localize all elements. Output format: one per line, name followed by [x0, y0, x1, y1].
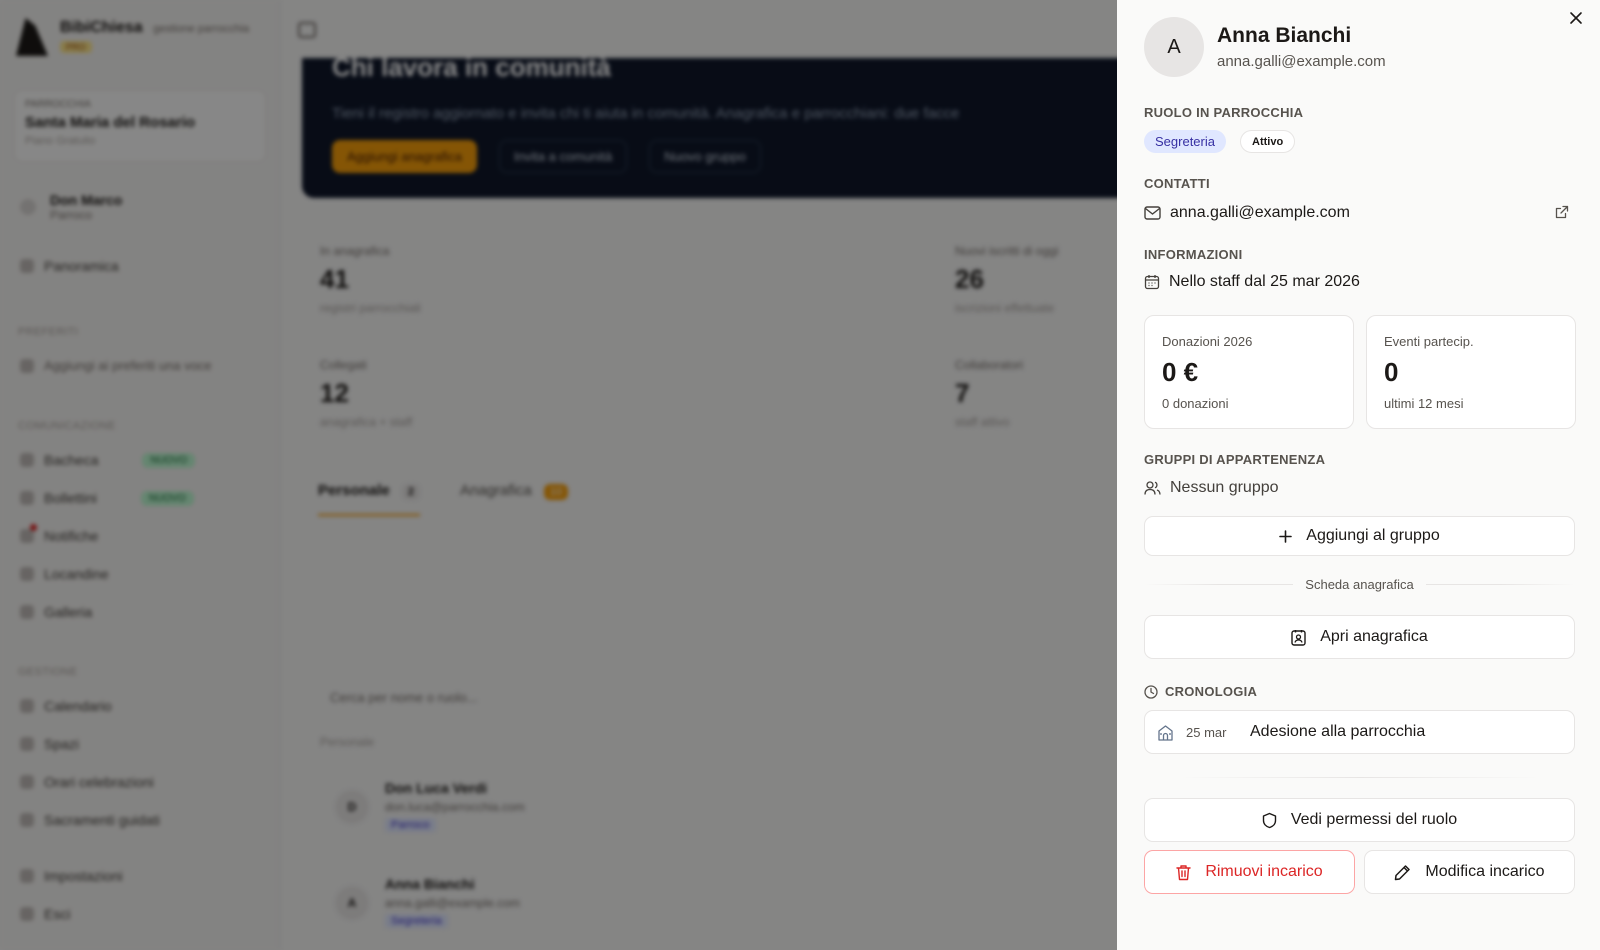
close-icon — [1570, 12, 1582, 24]
timeline-date: 25 mar — [1186, 724, 1227, 740]
plus-icon — [1279, 529, 1293, 543]
clock-icon — [1144, 684, 1158, 699]
staff-email: anna.galli@example.com — [1217, 53, 1386, 70]
shield-icon — [1262, 812, 1277, 828]
edit-role-button[interactable]: Modifica incarico — [1364, 850, 1575, 894]
staff-name: Anna Bianchi — [1217, 24, 1352, 47]
contact-email: anna.galli@example.com — [1170, 204, 1350, 221]
role-section-title: RUOLO IN PARROCCHIA — [1144, 105, 1304, 120]
no-group-row: Nessun gruppo — [1144, 479, 1279, 497]
divider — [1180, 777, 1540, 778]
mail-icon — [1144, 206, 1161, 220]
events-label: Eventi partecip. — [1384, 334, 1474, 349]
role-badge: Segreteria — [1144, 130, 1226, 153]
remove-role-label: Rimuovi incarico — [1205, 863, 1323, 880]
add-to-group-label: Aggiungi al gruppo — [1306, 527, 1440, 544]
view-permissions-button[interactable]: Vedi permessi del ruolo — [1144, 798, 1575, 842]
open-registry-label: Apri anagrafica — [1320, 628, 1428, 645]
events-value: 0 — [1384, 357, 1399, 387]
timeline-text: Adesione alla parrocchia — [1250, 723, 1426, 740]
trash-icon — [1176, 864, 1192, 880]
contacts-section-title: CONTATTI — [1144, 176, 1210, 191]
info-section-title: INFORMAZIONI — [1144, 247, 1243, 262]
contact-card-icon — [1291, 629, 1306, 646]
divider-line — [1144, 584, 1294, 585]
groups-section-title: GRUPPI DI APPARTENENZA — [1144, 452, 1326, 467]
donations-value: 0 € — [1162, 357, 1199, 387]
events-card: Eventi partecip. 0 ultimi 12 mesi — [1366, 315, 1576, 429]
timeline-section-title: CRONOLOGIA — [1144, 684, 1257, 699]
edit-role-label: Modifica incarico — [1425, 863, 1545, 880]
calendar-icon — [1144, 275, 1160, 290]
open-email-button[interactable] — [1555, 205, 1569, 224]
view-permissions-label: Vedi permessi del ruolo — [1290, 811, 1458, 828]
add-to-group-button[interactable]: Aggiungi al gruppo — [1144, 516, 1575, 556]
divider-line — [1425, 584, 1576, 585]
registry-divider: Scheda anagrafica — [1144, 577, 1576, 592]
events-sub: ultimi 12 mesi — [1384, 396, 1464, 411]
staff-since-row: Nello staff dal 25 mar 2026 — [1144, 273, 1360, 291]
donations-sub: 0 donazioni — [1162, 396, 1229, 411]
registry-divider-label: Scheda anagrafica — [1305, 577, 1414, 592]
modal-backdrop[interactable] — [0, 0, 1117, 950]
staff-since: Nello staff dal 25 mar 2026 — [1169, 273, 1360, 290]
timeline-item: 25 mar Adesione alla parrocchia — [1144, 710, 1575, 754]
avatar: A — [1144, 17, 1204, 77]
donations-label: Donazioni 2026 — [1162, 334, 1253, 349]
status-badge: Attivo — [1240, 130, 1296, 153]
church-icon — [1158, 724, 1173, 741]
close-button[interactable] — [1566, 8, 1586, 28]
timeline-section-label: CRONOLOGIA — [1165, 684, 1258, 699]
donations-card: Donazioni 2026 0 € 0 donazioni — [1144, 315, 1354, 429]
contact-email-row: anna.galli@example.com — [1144, 204, 1350, 222]
open-registry-button[interactable]: Apri anagrafica — [1144, 615, 1575, 659]
pencil-icon — [1395, 864, 1411, 880]
no-group-text: Nessun gruppo — [1170, 479, 1279, 496]
external-link-icon — [1555, 205, 1569, 219]
users-icon — [1144, 481, 1161, 495]
remove-role-button[interactable]: Rimuovi incarico — [1144, 850, 1355, 894]
